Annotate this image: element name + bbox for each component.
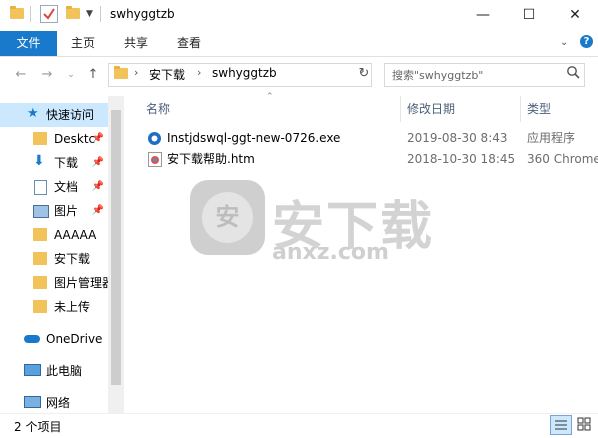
column-header-type[interactable]: 类型 [527, 100, 551, 118]
search-placeholder: 搜索"swhyggtzb" [392, 69, 484, 82]
sidebar-item-onedrive[interactable]: OneDrive [0, 327, 108, 351]
search-icon[interactable] [566, 65, 580, 79]
column-header-modified[interactable]: 修改日期 [407, 100, 455, 118]
refresh-button[interactable]: ↻ [355, 63, 373, 85]
status-bar [0, 413, 598, 438]
picture-icon [33, 205, 49, 218]
sidebar-scroll-thumb[interactable] [111, 110, 121, 385]
large-icons-view-icon [577, 417, 591, 431]
tab-home[interactable]: 主页 [71, 31, 95, 56]
sidebar-item-aaaaa[interactable]: AAAAA [0, 223, 108, 247]
forward-button[interactable]: → [38, 66, 56, 84]
sort-ascending-icon: ⌃ [266, 92, 274, 102]
quick-access-dropdown-icon[interactable]: ▼ [86, 9, 93, 19]
divider [30, 6, 31, 22]
file-type: 应用程序 [527, 131, 576, 145]
download-icon: ⬇ [33, 153, 45, 169]
chevron-right-icon[interactable]: › [134, 66, 138, 79]
breadcrumb-item[interactable]: 安下载 [149, 66, 185, 83]
maximize-button[interactable]: ☐ [506, 0, 552, 31]
pin-icon: 📌 [91, 133, 104, 144]
folder-icon [33, 228, 47, 241]
details-view-icon [555, 420, 567, 430]
folder-icon [33, 132, 47, 145]
details-view-button[interactable] [550, 415, 572, 435]
file-name: 安下载帮助.htm [167, 152, 255, 166]
cloud-icon [24, 335, 40, 343]
folder-icon [33, 276, 47, 289]
file-type: 360 Chrome [527, 152, 598, 166]
network-icon [24, 396, 41, 408]
properties-icon[interactable] [40, 5, 58, 23]
ribbon-expand-icon[interactable]: ⌄ [560, 37, 568, 48]
column-header-name[interactable]: 名称 [146, 100, 170, 118]
tab-view[interactable]: 查看 [177, 31, 201, 56]
file-modified: 2019-08-30 8:43 [407, 131, 508, 145]
breadcrumb-item[interactable]: swhyggtzb [212, 66, 277, 80]
new-folder-icon[interactable] [66, 6, 80, 19]
watermark-subtitle: anxz.com [272, 240, 389, 265]
file-modified: 2018-10-30 18:45 [407, 152, 516, 166]
star-icon: ★ [27, 106, 39, 121]
window-title: swhyggtzb [110, 7, 175, 21]
recent-locations-icon[interactable]: ⌄ [62, 66, 80, 84]
divider [100, 6, 101, 22]
sidebar-item-documents[interactable]: 文档 📌 [0, 175, 108, 199]
folder-icon [114, 66, 128, 79]
sidebar-item-pictures[interactable]: 图片 📌 [0, 199, 108, 223]
help-icon[interactable]: ? [580, 35, 593, 48]
sidebar-item-desktop[interactable]: Desktc 📌 [0, 127, 108, 151]
file-row[interactable]: Instjdswql-ggt-new-0726.exe 2019-08-30 8… [143, 128, 598, 149]
pin-icon: 📌 [91, 181, 104, 192]
file-row[interactable]: 安下载帮助.htm 2018-10-30 18:45 360 Chrome [143, 149, 598, 170]
sidebar-item-quick-access[interactable]: ★ 快速访问 [0, 103, 108, 127]
folder-icon [33, 252, 47, 265]
file-name: Instjdswql-ggt-new-0726.exe [167, 131, 341, 145]
watermark-logo: 安 [190, 180, 265, 255]
sidebar-item-downloads[interactable]: ⬇ 下载 📌 [0, 151, 108, 175]
tab-file[interactable]: 文件 [0, 31, 57, 56]
back-button[interactable]: ← [12, 66, 30, 84]
chevron-right-icon[interactable]: › [197, 66, 201, 79]
close-button[interactable]: ✕ [552, 0, 598, 31]
tab-share[interactable]: 共享 [124, 31, 148, 56]
column-separator[interactable] [400, 96, 401, 122]
sidebar-item-anxz[interactable]: 安下载 [0, 247, 108, 271]
up-button[interactable]: ↑ [84, 66, 102, 84]
folder-icon [33, 300, 47, 313]
document-icon [34, 180, 47, 195]
folder-icon [10, 6, 24, 19]
minimize-button[interactable]: — [460, 0, 506, 31]
column-separator[interactable] [520, 96, 521, 122]
item-count: 2 个项目 [14, 420, 62, 434]
installer-icon [148, 132, 161, 145]
sidebar-item-picture-manager[interactable]: 图片管理器 [0, 271, 108, 295]
pin-icon: 📌 [91, 205, 104, 216]
sidebar-item-this-pc[interactable]: 此电脑 [0, 359, 108, 383]
large-icons-view-button[interactable] [574, 415, 594, 433]
pin-icon: 📌 [91, 157, 104, 168]
html-file-icon [148, 152, 162, 167]
sidebar-item-network[interactable]: 网络 [0, 391, 108, 415]
sidebar-item-not-uploaded[interactable]: 未上传 [0, 295, 108, 319]
computer-icon [24, 364, 41, 376]
